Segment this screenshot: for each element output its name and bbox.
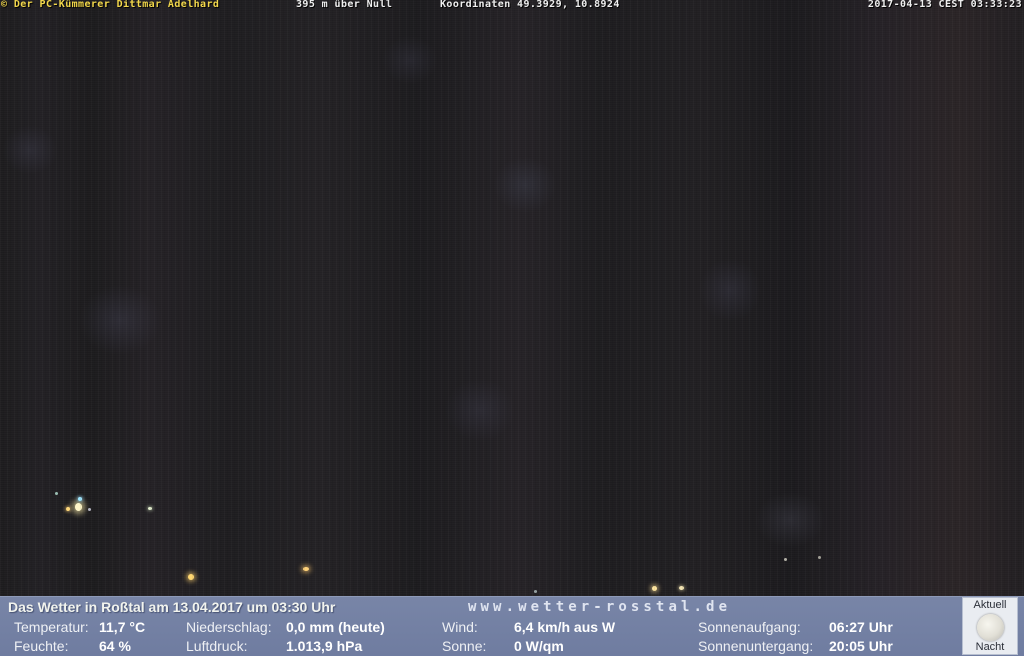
wind-label: Wind:: [442, 619, 478, 635]
sunrise-value: 06:27 Uhr: [829, 619, 893, 635]
pressure-value: 1.013,9 hPa: [286, 638, 363, 654]
webcam-night-image: © Der PC-Kümmerer Dittmar Adelhard 395 m…: [0, 0, 1024, 596]
temperature-value: 11,7 °C: [99, 619, 146, 635]
copyright-caption: © Der PC-Kümmerer Dittmar Adelhard: [1, 0, 220, 10]
street-light: [66, 507, 70, 511]
street-light: [148, 507, 152, 510]
coordinates-caption: Koordinaten 49.3929, 10.8924: [440, 0, 620, 10]
temperature-label: Temperatur:: [14, 619, 89, 635]
timestamp-caption: 2017-04-13 CEST 03:33:23: [867, 0, 1022, 10]
street-light: [75, 503, 82, 511]
moon-icon: [977, 614, 1004, 641]
weather-headline: Das Wetter in Roßtal am 13.04.2017 um 03…: [8, 599, 336, 615]
precipitation-label: Niederschlag:: [186, 619, 272, 635]
pressure-label: Luftdruck:: [186, 638, 248, 654]
moon-caption-night: Nacht: [975, 641, 1005, 653]
sunset-value: 20:05 Uhr: [829, 638, 893, 654]
street-light: [78, 497, 82, 501]
street-light: [188, 574, 194, 580]
street-light: [679, 586, 684, 590]
sun-label: Sonne:: [442, 638, 487, 654]
moon-caption-current: Aktuell: [973, 599, 1007, 611]
street-light: [784, 558, 787, 561]
precipitation-value: 0,0 mm (heute): [286, 619, 385, 635]
altitude-caption: 395 m über Null: [296, 0, 393, 10]
street-light: [303, 567, 309, 571]
website-link[interactable]: www.wetter-rosstal.de: [468, 599, 731, 615]
street-light: [652, 586, 657, 591]
street-light: [55, 492, 58, 495]
street-light: [818, 556, 821, 559]
street-light: [534, 590, 537, 593]
wind-value: 6,4 km/h aus W: [514, 619, 616, 635]
humidity-value: 64 %: [99, 638, 131, 654]
humidity-label: Feuchte:: [14, 638, 69, 654]
sun-value: 0 W/qm: [514, 638, 564, 654]
sunrise-label: Sonnenaufgang:: [698, 619, 801, 635]
weather-info-bar: Das Wetter in Roßtal am 13.04.2017 um 03…: [0, 596, 1024, 656]
moon-phase-panel: Aktuell Nacht: [962, 597, 1018, 655]
street-light: [88, 508, 91, 511]
sunset-label: Sonnenuntergang:: [698, 638, 814, 654]
